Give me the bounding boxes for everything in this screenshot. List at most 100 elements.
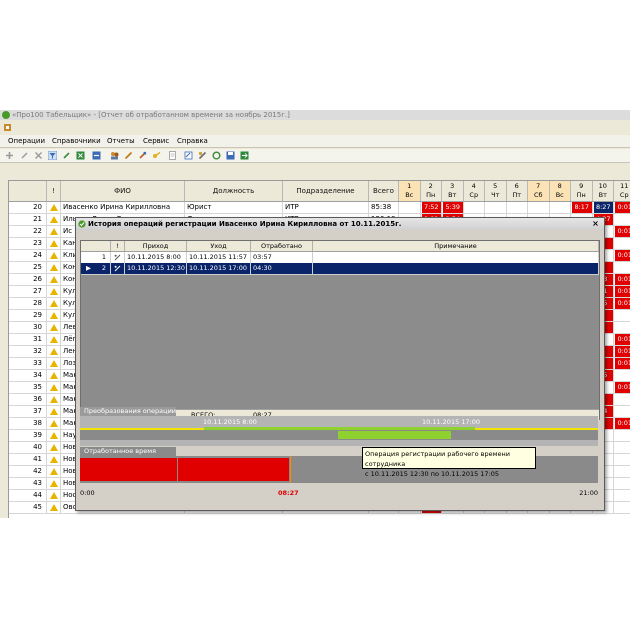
op-edit-icon[interactable] <box>111 252 125 263</box>
menu-operations[interactable]: Операции <box>8 137 45 145</box>
cell-day-hours[interactable]: 0:01 <box>615 274 630 285</box>
users-icon[interactable] <box>110 151 119 160</box>
key-icon[interactable] <box>152 151 161 160</box>
header-day[interactable]: 10 Вт <box>593 181 614 201</box>
header-day[interactable]: 4 Ср <box>464 181 485 201</box>
header-warning[interactable]: ! <box>47 181 61 201</box>
cell-day[interactable] <box>485 202 507 213</box>
dialog-app-icon <box>78 220 86 228</box>
transform-tab[interactable]: Преобразования операции <box>80 407 176 416</box>
cell-day-hours[interactable]: 5:39 <box>443 202 463 213</box>
menu-help[interactable]: Справка <box>177 137 208 145</box>
op-header-worked[interactable]: Отработано <box>251 241 313 251</box>
header-day[interactable]: 1 Вс <box>399 181 421 201</box>
header-total[interactable]: Всего <box>369 181 399 201</box>
cell-day-hours[interactable]: 0:01 <box>615 418 630 429</box>
menu-reports[interactable]: Отчеты <box>107 137 135 145</box>
document-icon[interactable] <box>168 151 177 160</box>
cell-day[interactable] <box>614 310 630 321</box>
table-row[interactable]: 20 Ивасенко Ирина Кирилловна Юрист ИТР 85:38… <box>9 202 630 214</box>
cell-day[interactable] <box>550 202 571 213</box>
cell-day-hours[interactable]: 8:27 <box>593 202 613 213</box>
pencil-icon[interactable] <box>124 151 133 160</box>
cell-day[interactable] <box>614 490 630 501</box>
cell-day[interactable] <box>528 202 550 213</box>
transform-operation-bar[interactable] <box>338 431 451 439</box>
cell-day-hours[interactable]: 0:01 <box>615 250 630 261</box>
cell-day-hours[interactable]: 0:01 <box>615 382 630 393</box>
op-in[interactable]: 10.11.2015 8:00 <box>125 252 187 263</box>
header-fio[interactable]: ФИО <box>61 181 185 201</box>
op-header-out[interactable]: Уход <box>187 241 251 251</box>
op-out[interactable]: 10.11.2015 11:57 <box>187 252 251 263</box>
cell-day-hours[interactable]: 0:01 <box>615 226 630 237</box>
op-in[interactable]: 10.11.2015 12:30 <box>125 263 187 274</box>
warning-cell <box>47 466 61 477</box>
worked-segment-2[interactable] <box>178 458 289 481</box>
header-day[interactable]: 2 Пн <box>421 181 442 201</box>
operation-row-selected[interactable]: ▶ 2 10.11.2015 12:30 10.11.2015 17:00 04… <box>81 263 599 275</box>
header-day[interactable]: 11 Ср <box>614 181 630 201</box>
cell-day[interactable] <box>614 502 630 513</box>
cell-day[interactable] <box>614 454 630 465</box>
op-header-note[interactable]: Примечание <box>313 241 599 251</box>
filter-icon[interactable] <box>48 151 57 160</box>
header-day[interactable]: 3 Вт <box>442 181 464 201</box>
worked-segment-1[interactable] <box>80 458 177 481</box>
op-note[interactable] <box>313 252 599 263</box>
cell-day[interactable] <box>614 430 630 441</box>
add-icon[interactable] <box>5 151 14 160</box>
header-position[interactable]: Должность <box>185 181 283 201</box>
header-day[interactable]: 7 Сб <box>528 181 550 201</box>
cell-day-hours[interactable]: 0:01 <box>615 346 630 357</box>
cell-day-hours[interactable]: 0:01 <box>615 334 630 345</box>
link-icon[interactable] <box>62 151 71 160</box>
menu-references[interactable]: Справочники <box>52 137 101 145</box>
excel-icon[interactable] <box>76 151 85 160</box>
edit-icon[interactable] <box>20 151 29 160</box>
row-number: 45 <box>9 502 47 513</box>
minus-icon[interactable] <box>92 151 101 160</box>
op-header-in[interactable]: Приход <box>125 241 187 251</box>
cell-day[interactable] <box>614 394 630 405</box>
cell-day-hours[interactable]: 0:01 <box>615 298 630 309</box>
op-note[interactable] <box>313 263 599 274</box>
cell-day[interactable] <box>614 478 630 489</box>
cell-day-hours[interactable]: 0:01 <box>615 286 630 297</box>
cell-day-hours[interactable]: 0:01 <box>615 358 630 369</box>
cell-day[interactable] <box>614 370 630 381</box>
header-day[interactable]: 9 Пн <box>571 181 593 201</box>
header-day[interactable]: 8 Вс <box>549 181 571 201</box>
op-header-warning[interactable]: ! <box>111 241 125 251</box>
op-edit-icon[interactable] <box>111 263 125 274</box>
cell-day[interactable] <box>614 214 630 225</box>
header-day[interactable]: 6 Пт <box>507 181 528 201</box>
cell-day[interactable] <box>614 466 630 477</box>
brush-icon[interactable] <box>138 151 147 160</box>
menu-service[interactable]: Сервис <box>143 137 169 145</box>
cell-day[interactable] <box>464 202 485 213</box>
cell-day-hours[interactable]: 8:17 <box>572 202 592 213</box>
cell-day[interactable] <box>614 322 630 333</box>
notepad-icon[interactable] <box>184 151 193 160</box>
close-icon[interactable]: × <box>591 219 600 228</box>
cell-day[interactable] <box>614 442 630 453</box>
op-out[interactable]: 10.11.2015 17:00 <box>187 263 251 274</box>
save-icon[interactable] <box>226 151 235 160</box>
header-department[interactable]: Подразделение <box>283 181 369 201</box>
cell-day-hours[interactable]: 7:52 <box>421 202 441 213</box>
cell-fio[interactable]: Ивасенко Ирина Кирилловна <box>61 202 185 213</box>
cell-day[interactable] <box>399 202 421 213</box>
worked-tab[interactable]: Отработанное время <box>80 447 176 456</box>
cell-day[interactable] <box>507 202 528 213</box>
cell-day[interactable] <box>614 262 630 273</box>
cell-day[interactable] <box>614 238 630 249</box>
delete-icon[interactable] <box>34 151 43 160</box>
export-icon[interactable] <box>240 151 249 160</box>
refresh-icon[interactable] <box>212 151 221 160</box>
system-menu-icon[interactable] <box>3 123 12 132</box>
cell-day[interactable] <box>614 406 630 417</box>
cell-day-hours[interactable]: 0:01 <box>615 202 630 213</box>
tools-icon[interactable] <box>198 151 207 160</box>
header-day[interactable]: 5 Чт <box>485 181 507 201</box>
